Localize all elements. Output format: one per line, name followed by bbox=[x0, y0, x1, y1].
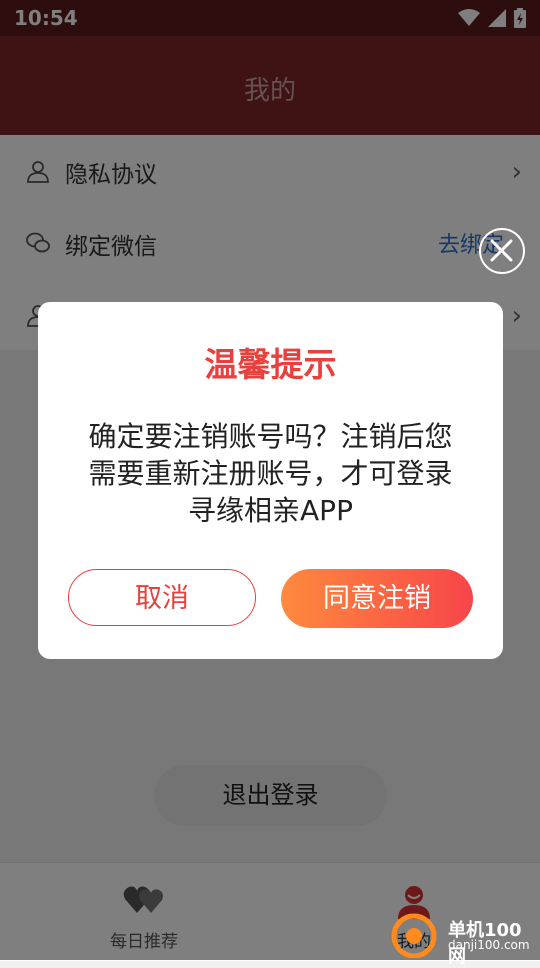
dialog-message: 确定要注销账号吗？注销后您需要重新注册账号，才可登录寻缘相亲APP bbox=[88, 420, 453, 527]
confirm-deregister-button[interactable]: 同意注销 bbox=[281, 569, 473, 628]
dialog-title: 温馨提示 bbox=[204, 345, 337, 384]
watermark-url: danji100.com bbox=[448, 938, 530, 952]
cancel-button[interactable]: 取消 bbox=[68, 569, 256, 626]
confirm-dialog: 温馨提示 确定要注销账号吗？注销后您需要重新注册账号，才可登录寻缘相亲APP 取… bbox=[38, 302, 503, 659]
close-icon bbox=[490, 239, 513, 262]
watermark-logo-icon bbox=[391, 913, 437, 958]
close-dialog-button[interactable] bbox=[479, 228, 525, 274]
watermark: 单机100网 danji100.com bbox=[388, 912, 538, 967]
